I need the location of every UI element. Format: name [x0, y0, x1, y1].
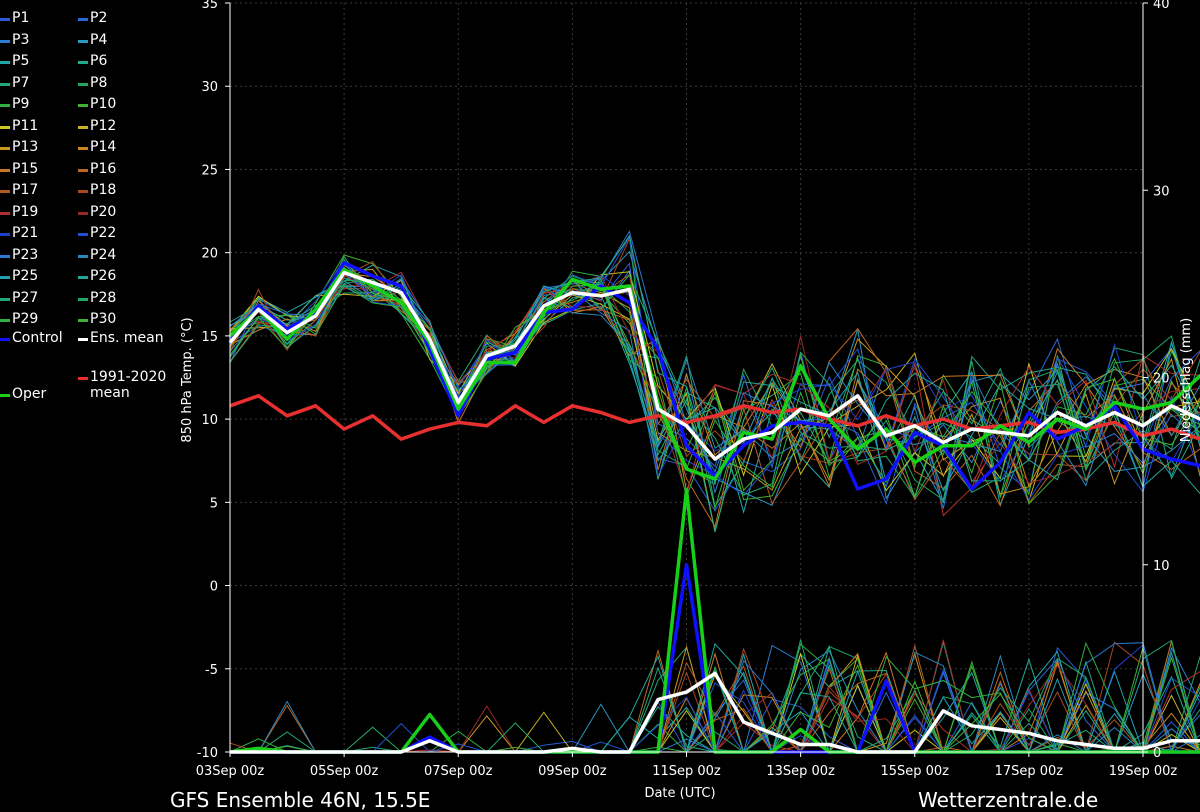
y-tick-label: 10	[201, 413, 218, 428]
y-tick-label: 30	[201, 80, 218, 95]
x-axis-label: Date (UTC)	[644, 786, 715, 800]
x-tick-label: 09Sep 00z	[538, 764, 607, 779]
member-temp-line-P6	[229, 277, 1200, 504]
y-tick-label: 25	[201, 163, 218, 178]
grid-lines	[229, 2, 1144, 753]
member-precip-line-P20	[230, 639, 1200, 754]
y2-tick-label: 0	[1153, 746, 1161, 761]
x-tick-label: 11Sep 00z	[652, 764, 721, 779]
y2-tick-label: 10	[1153, 559, 1170, 574]
y-tick-label: 35	[201, 0, 218, 12]
member-temp-line-P15	[229, 264, 1200, 488]
y-axis-label: 850 hPa Temp. (°C)	[180, 317, 195, 442]
y-tick-label: 0	[210, 580, 218, 595]
x-tick-label: 03Sep 00z	[196, 764, 265, 779]
x-tick-label: 17Sep 00z	[995, 764, 1064, 779]
y-tick-label: -5	[205, 663, 218, 678]
chart-caption-right: Wetterzentrale.de	[918, 788, 1099, 812]
member-precip-line-P28	[229, 639, 1200, 754]
y-tick-label: 20	[201, 247, 218, 262]
chart: -10 -5 0 5 10 15 20 25 30 35 0 10 20 30 40 03Sep 00z 05S…	[180, 0, 1200, 800]
y2-tick-label: 40	[1153, 0, 1170, 12]
y2-axis-label: Niederschlag (mm)	[1179, 318, 1194, 443]
y2-tick-label: 30	[1153, 184, 1170, 199]
x-tick-label: 05Sep 00z	[310, 764, 379, 779]
y-tick-label: -10	[197, 746, 218, 761]
x-tick-label: 13Sep 00z	[766, 764, 835, 779]
y-tick-label: 5	[210, 496, 218, 511]
x-tick-label: 19Sep 00z	[1109, 764, 1178, 779]
y-tick-label: 15	[201, 330, 218, 345]
x-tick-label: 07Sep 00z	[424, 764, 493, 779]
x-tick-label: 15Sep 00z	[880, 764, 949, 779]
chart-caption-left: GFS Ensemble 46N, 15.5E	[170, 788, 431, 812]
member-temp-line-P27	[229, 278, 1200, 533]
y2-tick-label: 20	[1153, 372, 1170, 387]
